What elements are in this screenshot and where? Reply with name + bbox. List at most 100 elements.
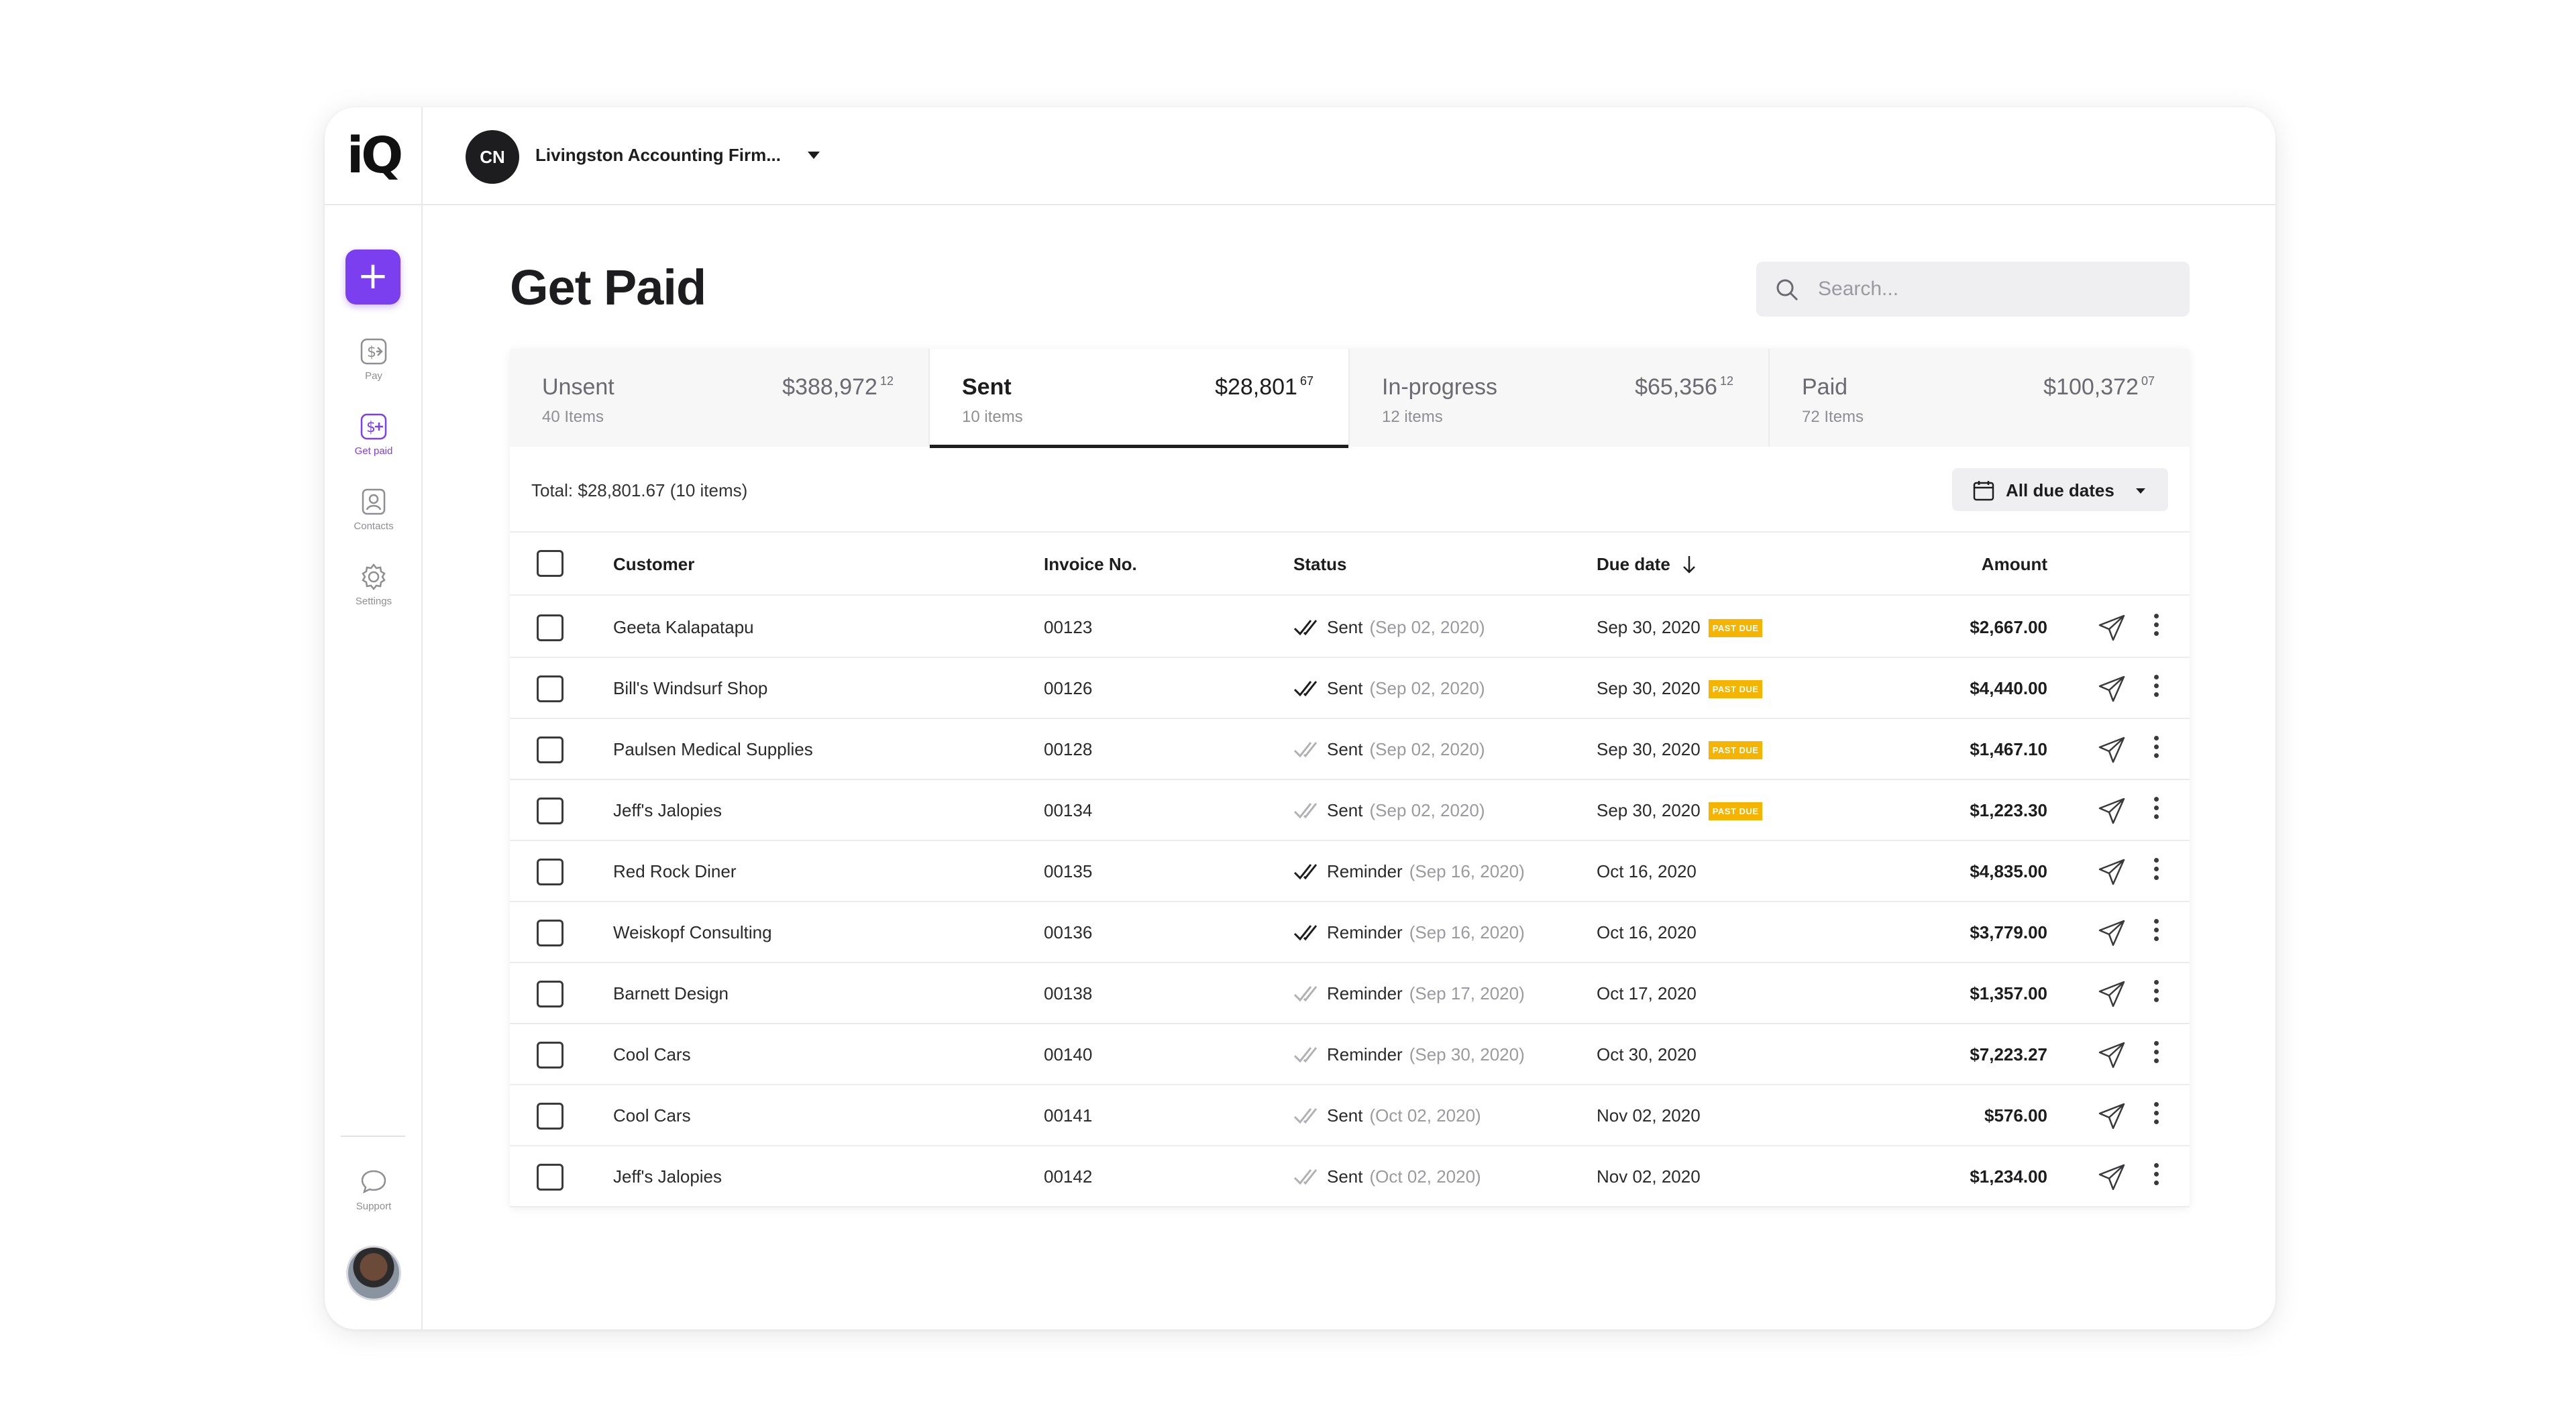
customer-name[interactable]: Paulsen Medical Supplies [613,739,813,760]
tab-count: 72 Items [1802,408,1864,426]
invoice-number: 00140 [1044,1044,1093,1064]
customer-name[interactable]: Jeff's Jalopies [613,1166,722,1187]
table-header: Customer Invoice No. Status Due date Amo… [510,531,2190,596]
row-checkbox[interactable] [537,981,564,1007]
status-label: Sent [1327,739,1363,759]
send-icon[interactable] [2097,857,2127,887]
table-row[interactable]: Bill's Windsurf Shop 00126 Sent (Sep 02, 20… [510,658,2190,719]
send-icon[interactable] [2097,1040,2127,1070]
double-check-icon [1293,802,1318,818]
search-input[interactable] [1818,272,2167,306]
more-options-icon[interactable] [2147,1100,2165,1131]
tab-count: 40 Items [542,408,604,426]
past-due-badge: PAST DUE [1708,680,1763,698]
org-avatar[interactable]: CN [466,130,519,184]
send-icon[interactable] [2097,796,2127,826]
send-icon[interactable] [2097,674,2127,704]
column-due-date[interactable]: Due date [1597,554,1697,575]
sidebar-item-get-paid[interactable]: $ Get paid [325,412,423,457]
app-logo[interactable]: iQ [325,107,423,205]
customer-name[interactable]: Geeta Kalapatapu [613,617,754,638]
customer-name[interactable]: Weiskopf Consulting [613,922,772,943]
sidebar-divider [341,1136,405,1137]
customer-name[interactable]: Red Rock Diner [613,861,737,882]
send-icon[interactable] [2097,918,2127,948]
send-icon[interactable] [2097,613,2127,643]
column-status[interactable]: Status [1293,554,1346,575]
invoice-number: 00134 [1044,800,1093,820]
row-checkbox[interactable] [537,1042,564,1069]
send-icon[interactable] [2097,979,2127,1009]
row-checkbox[interactable] [537,1103,564,1130]
column-amount[interactable]: Amount [1982,554,2047,575]
page-title: Get Paid [510,260,706,315]
tab-unsent[interactable]: Unsent 40 Items $388,972 12 [510,349,930,447]
status-cell: Sent (Sep 02, 2020) [1293,678,1485,699]
user-avatar[interactable] [346,1246,401,1301]
more-options-icon[interactable] [2147,1161,2165,1192]
org-name[interactable]: Livingston Accounting Firm... [535,145,781,166]
more-options-icon[interactable] [2147,917,2165,948]
status-cell: Reminder (Sep 16, 2020) [1293,861,1525,882]
tab-sent[interactable]: Sent 10 items $28,801 67 [930,349,1350,448]
more-options-icon[interactable] [2147,734,2165,765]
status-label: Reminder [1327,922,1403,942]
tab-in-progress[interactable]: In-progress 12 items $65,356 12 [1350,349,1770,447]
row-checkbox[interactable] [537,614,564,641]
table-row[interactable]: Cool Cars 00140 Reminder (Sep 30, 2020) Oct … [510,1024,2190,1085]
send-icon[interactable] [2097,735,2127,765]
chevron-down-icon[interactable] [808,152,820,159]
status-cell: Sent (Sep 02, 2020) [1293,739,1485,760]
row-checkbox[interactable] [537,675,564,702]
more-options-icon[interactable] [2147,1039,2165,1070]
sidebar-item-settings[interactable]: Settings [325,562,423,607]
customer-name[interactable]: Cool Cars [613,1105,691,1126]
row-checkbox[interactable] [537,1164,564,1191]
search-box[interactable] [1756,262,2190,317]
sidebar-item-pay[interactable]: $ Pay [325,337,423,382]
arrow-down-icon [1683,556,1695,573]
table-row[interactable]: Geeta Kalapatapu 00123 Sent (Sep 02, 2020) S… [510,597,2190,658]
select-all-checkbox[interactable] [537,550,564,577]
sidebar-item-label: Settings [355,596,392,607]
more-options-icon[interactable] [2147,673,2165,704]
past-due-badge: PAST DUE [1708,741,1763,759]
invoice-number: 00135 [1044,861,1093,881]
table-row[interactable]: Jeff's Jalopies 00134 Sent (Sep 02, 2020) Se… [510,780,2190,841]
status-cell: Sent (Sep 02, 2020) [1293,617,1485,638]
customer-name[interactable]: Cool Cars [613,1044,691,1065]
table-row[interactable]: Barnett Design 00138 Reminder (Sep 17, 2020… [510,963,2190,1024]
table-row[interactable]: Cool Cars 00141 Sent (Oct 02, 2020) Nov 02, … [510,1085,2190,1146]
column-invoice[interactable]: Invoice No. [1044,554,1137,575]
more-options-icon[interactable] [2147,795,2165,826]
table-row[interactable]: Weiskopf Consulting 00136 Reminder (Sep 16,… [510,902,2190,963]
row-checkbox[interactable] [537,920,564,946]
more-options-icon[interactable] [2147,856,2165,887]
amount-cell: $2,667.00 [1970,617,2047,637]
row-checkbox[interactable] [537,736,564,763]
add-button[interactable]: + [345,250,400,305]
filter-label: All due dates [2006,480,2114,500]
customer-name[interactable]: Bill's Windsurf Shop [613,678,767,699]
column-customer[interactable]: Customer [613,554,694,575]
table-row[interactable]: Jeff's Jalopies 00142 Sent (Oct 02, 2020) No… [510,1146,2190,1207]
tab-name: In-progress [1382,374,1497,400]
table-row[interactable]: Paulsen Medical Supplies 00128 Sent (Sep 02… [510,719,2190,780]
send-icon[interactable] [2097,1162,2127,1192]
tab-paid[interactable]: Paid 72 Items $100,372 07 [1770,349,2190,447]
sidebar-item-support[interactable]: Support [325,1167,423,1212]
more-options-icon[interactable] [2147,612,2165,643]
table-row[interactable]: Red Rock Diner 00135 Reminder (Sep 16, 2020… [510,841,2190,902]
calendar-icon [1973,481,1994,501]
sidebar-item-contacts[interactable]: Contacts [325,487,423,532]
customer-name[interactable]: Jeff's Jalopies [613,800,722,821]
send-icon[interactable] [2097,1101,2127,1131]
tab-amount: $28,801 67 [1215,374,1313,400]
status-date: (Sep 02, 2020) [1369,678,1485,698]
row-checkbox[interactable] [537,859,564,885]
more-options-icon[interactable] [2147,978,2165,1009]
customer-name[interactable]: Barnett Design [613,983,729,1004]
row-checkbox[interactable] [537,798,564,824]
status-date: (Sep 02, 2020) [1369,617,1485,637]
due-date-filter[interactable]: All due dates [1952,468,2168,511]
